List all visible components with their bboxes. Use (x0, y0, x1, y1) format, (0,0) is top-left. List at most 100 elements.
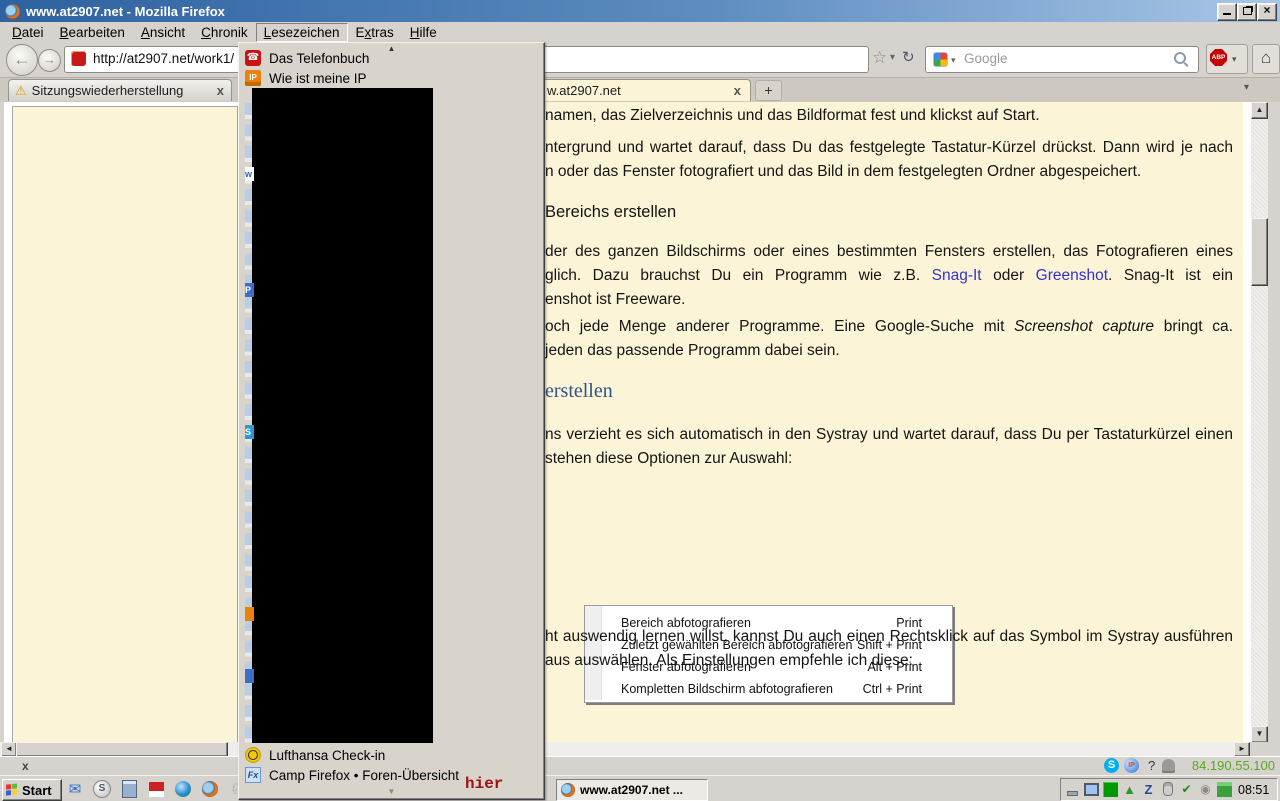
quicklaunch-mail-icon[interactable]: ✉ (64, 779, 86, 799)
tray-monitor-icon[interactable] (1084, 782, 1099, 797)
firefox-logo-icon (5, 3, 20, 19)
tray-green-square-icon[interactable] (1103, 782, 1118, 797)
star-dropdown-icon[interactable]: ▾ (890, 52, 895, 63)
home-button[interactable]: ⌂ (1252, 44, 1280, 74)
adblock-dropdown-icon: ▾ (1232, 54, 1237, 64)
redacted-favicon-p: P (245, 283, 254, 297)
hier-link[interactable]: hier (465, 775, 503, 793)
scroll-up-icon[interactable]: ▲ (1251, 102, 1268, 119)
paragraph-line: n oder das Fenster fotografiert und das … (545, 163, 1142, 180)
paragraph-line: jeden das passende Programm dabei sein. (545, 342, 840, 359)
quicklaunch-firefox-icon[interactable] (199, 779, 221, 799)
skype-status-icon[interactable]: S (1104, 758, 1119, 773)
adblock-button[interactable]: ABP ▾ (1206, 44, 1248, 74)
menu-hilfe[interactable]: Hilfe (402, 23, 445, 42)
menu-chronik[interactable]: Chronik (193, 23, 256, 42)
camp-firefox-icon: Fx (245, 767, 261, 783)
paragraph-line: ntergrund und wartet darauf, dass Du das… (545, 139, 1233, 156)
quicklaunch-spybot-icon[interactable]: S (91, 779, 113, 799)
link-greenshot[interactable]: Greenshot (1036, 267, 1108, 284)
tab-close-icon[interactable]: x (734, 84, 741, 97)
scroll-down-icon[interactable]: ▼ (1251, 726, 1268, 742)
tab-close-icon[interactable]: x (217, 84, 224, 97)
scrollbar-thumb[interactable] (1251, 218, 1268, 286)
status-bar: x S IP ? 84.190.55.100 (0, 756, 1280, 775)
bookmark-star-icon[interactable]: ☆ (872, 48, 887, 68)
paragraph-line: stehen diese Optionen zur Auswahl: (545, 450, 793, 467)
tray-minimized-window-icon[interactable] (1065, 782, 1080, 797)
lufthansa-icon (245, 747, 261, 763)
hscrollbar-thumb[interactable] (16, 742, 228, 757)
search-icon[interactable] (1174, 52, 1186, 64)
page-subheading: Bereichs erstellen (545, 203, 677, 221)
tray-mouse-icon[interactable] (1160, 782, 1175, 797)
warning-icon: ⚠ (15, 82, 27, 98)
system-tray: ▲ Z ✔ ◉ 08:51 (1060, 778, 1278, 801)
scroll-right-icon[interactable]: ► (1234, 742, 1250, 757)
window-border-left (0, 102, 4, 742)
vertical-scrollbar[interactable]: ▲ ▼ (1251, 102, 1268, 742)
back-button[interactable]: ← (6, 44, 38, 76)
tab-label: Sitzungswiederherstellung (31, 83, 184, 98)
redacted-favicon-blue (245, 669, 254, 683)
horizontal-scrollbar[interactable]: ◄ ► (0, 742, 1250, 757)
tab-overflow-icon[interactable]: ▾ (1244, 82, 1249, 93)
bookmark-item-telefonbuch[interactable]: ☎ Das Telefonbuch (243, 48, 369, 68)
tray-folder-check-icon[interactable]: ✔ (1179, 782, 1194, 797)
paragraph-line: der des ganzen Bildschirms oder eines be… (545, 243, 1233, 260)
search-placeholder: Google (964, 51, 1008, 66)
firefox-icon (561, 783, 575, 797)
menubar: Datei Bearbeiten Ansicht Chronik Lesezei… (0, 22, 1280, 42)
site-favicon (71, 51, 86, 66)
close-button[interactable]: × (1257, 3, 1277, 21)
ghost-status-icon[interactable] (1162, 759, 1175, 773)
redacted-favicon-orange (245, 607, 254, 621)
window-border-right (1268, 102, 1280, 742)
redacted-favicon-w: w (245, 167, 254, 181)
telefonbuch-icon: ☎ (245, 50, 261, 66)
search-box[interactable]: ▾ Google (925, 46, 1199, 73)
findbar-close-button[interactable]: x (22, 759, 29, 773)
minimize-button[interactable] (1217, 3, 1237, 21)
start-button[interactable]: Start (2, 779, 62, 801)
tab-session-restore[interactable]: ⚠ Sitzungswiederherstellung x (8, 79, 232, 101)
tray-zonealarm-icon[interactable]: Z (1141, 782, 1156, 797)
forward-button[interactable]: → (38, 49, 61, 72)
bookmark-item-lufthansa[interactable]: Lufthansa Check-in (243, 745, 385, 765)
ip-globe-icon[interactable]: IP (1124, 758, 1139, 773)
tray-clock[interactable]: 08:51 (1238, 783, 1269, 797)
link-snagit[interactable]: Snag-It (932, 267, 982, 284)
paragraph-line: och jede Menge anderer Programme. Eine G… (545, 318, 1233, 335)
reload-button[interactable]: ↻ (902, 48, 915, 66)
tray-updates-icon[interactable] (1217, 782, 1232, 797)
taskbar-window-button[interactable]: www.at2907.net ... (556, 779, 708, 801)
ip-icon: IP (245, 70, 261, 86)
tray-avg-icon[interactable]: ▲ (1122, 782, 1137, 797)
new-tab-button[interactable]: + (755, 80, 782, 101)
paragraph-line: enshot ist Freeware. (545, 291, 686, 308)
browser-content: namen, das Zielverzeichnis und das Bildf… (0, 102, 1280, 742)
paragraph-line: ht auswendig lernen willst, kannst Du au… (545, 628, 1233, 645)
page-left-frame (12, 106, 238, 742)
bookmark-item-wie-ist-meine-ip[interactable]: IP Wie ist meine IP (243, 68, 367, 88)
window-titlebar: www.at2907.net - Mozilla Firefox × (0, 0, 1280, 22)
quicklaunch-ie-icon[interactable] (172, 779, 194, 799)
quicklaunch-calculator-icon[interactable] (118, 779, 140, 799)
bookmark-item-camp-firefox[interactable]: Fx Camp Firefox • Foren-Übersicht (243, 765, 459, 785)
ip-address-text: 84.190.55.100 (1191, 758, 1275, 773)
paragraph-line: ns verzieht es sich automatisch in den S… (545, 426, 1233, 443)
scroll-left-icon[interactable]: ◄ (1, 742, 17, 757)
desktop: www.at2907.net - Mozilla Firefox × Datei… (0, 0, 1280, 801)
menu-extras[interactable]: Extras (348, 23, 402, 42)
search-engine-dropdown-icon[interactable]: ▾ (951, 55, 956, 66)
menu-lesezeichen[interactable]: Lesezeichen (255, 22, 348, 42)
question-status-icon[interactable]: ? (1148, 758, 1155, 773)
window-title: www.at2907.net - Mozilla Firefox (26, 3, 225, 19)
menu-bearbeiten[interactable]: Bearbeiten (52, 23, 133, 42)
restore-button[interactable] (1237, 3, 1257, 21)
quicklaunch-save-icon[interactable] (145, 779, 167, 799)
tab-label: w.at2907.net (547, 83, 621, 98)
menu-ansicht[interactable]: Ansicht (133, 23, 193, 42)
tray-disc-icon[interactable]: ◉ (1198, 782, 1213, 797)
menu-datei[interactable]: Datei (4, 23, 52, 42)
